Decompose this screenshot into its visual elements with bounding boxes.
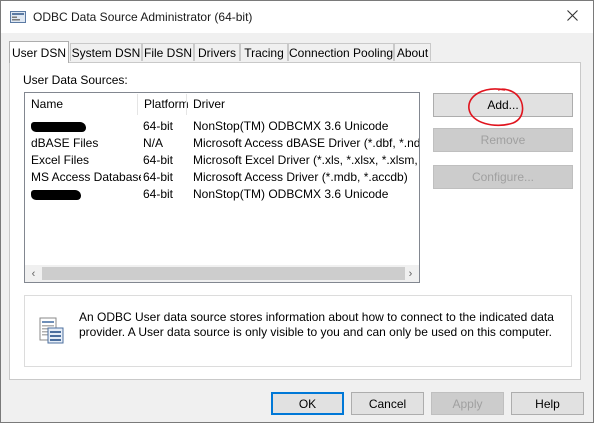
cell-name: Excel Files bbox=[31, 153, 90, 167]
configure-button[interactable]: Configure... bbox=[433, 165, 573, 189]
cell-platform: 64-bit bbox=[143, 170, 174, 184]
cell-platform: 64-bit bbox=[143, 153, 174, 167]
cell-driver: Microsoft Access Driver (*.mdb, *.accdb) bbox=[193, 170, 408, 184]
help-button[interactable]: Help bbox=[511, 392, 584, 415]
list-item[interactable]: Excel Files 64-bit Microsoft Excel Drive… bbox=[25, 152, 419, 169]
title-bar: ODBC Data Source Administrator (64-bit) bbox=[1, 1, 593, 33]
list-item[interactable]: MS Access Database 64-bit Microsoft Acce… bbox=[25, 169, 419, 186]
ok-button[interactable]: OK bbox=[271, 392, 344, 415]
add-button[interactable]: Add... bbox=[433, 93, 573, 117]
cell-platform: 64-bit bbox=[143, 119, 174, 133]
user-dsn-panel: User Data Sources: Name Platform Driver … bbox=[9, 62, 581, 380]
cancel-button[interactable]: Cancel bbox=[351, 392, 424, 415]
cell-name: dBASE Files bbox=[31, 136, 99, 150]
odbc-app-icon bbox=[10, 10, 26, 24]
horizontal-scrollbar[interactable]: ‹ › bbox=[25, 265, 419, 282]
info-description: An ODBC User data source stores informat… bbox=[79, 310, 554, 339]
tab-connection-pooling[interactable]: Connection Pooling bbox=[288, 43, 394, 61]
user-data-sources-label: User Data Sources: bbox=[23, 73, 128, 87]
cell-driver: Microsoft Excel Driver (*.xls, *.xlsx, *… bbox=[193, 153, 419, 167]
close-button[interactable] bbox=[555, 3, 589, 31]
redacted-name bbox=[31, 122, 86, 132]
odbc-admin-window: ODBC Data Source Administrator (64-bit) … bbox=[0, 0, 594, 423]
tab-drivers[interactable]: Drivers bbox=[194, 43, 240, 61]
tab-about[interactable]: About bbox=[394, 43, 431, 61]
tab-file-dsn[interactable]: File DSN bbox=[142, 43, 194, 61]
cell-driver: NonStop(TM) ODBCMX 3.6 Unicode bbox=[193, 119, 389, 133]
list-item[interactable]: 64-bit NonStop(TM) ODBCMX 3.6 Unicode bbox=[25, 186, 419, 203]
cell-platform: 64-bit bbox=[143, 187, 174, 201]
cell-driver: NonStop(TM) ODBCMX 3.6 Unicode bbox=[193, 187, 389, 201]
remove-button[interactable]: Remove bbox=[433, 128, 573, 152]
column-header-platform[interactable]: Platform bbox=[138, 93, 189, 116]
tab-user-dsn[interactable]: User DSN bbox=[9, 41, 69, 63]
info-box: An ODBC User data source stores informat… bbox=[24, 295, 572, 367]
scroll-left-icon[interactable]: ‹ bbox=[25, 265, 42, 282]
column-header-name[interactable]: Name bbox=[25, 93, 137, 116]
column-header-driver[interactable]: Driver bbox=[187, 93, 419, 116]
scroll-thumb[interactable] bbox=[42, 267, 405, 280]
close-icon bbox=[566, 10, 578, 24]
tab-tracing[interactable]: Tracing bbox=[240, 43, 288, 61]
data-source-icon bbox=[35, 316, 67, 346]
cell-name: MS Access Database bbox=[31, 170, 141, 184]
list-item[interactable]: 64-bit NonStop(TM) ODBCMX 3.6 Unicode bbox=[25, 118, 419, 135]
scroll-right-icon[interactable]: › bbox=[402, 265, 419, 282]
window-title: ODBC Data Source Administrator (64-bit) bbox=[33, 10, 253, 24]
cell-driver: Microsoft Access dBASE Driver (*.dbf, *.… bbox=[193, 136, 419, 150]
data-sources-list[interactable]: Name Platform Driver 64-bit NonStop(TM) … bbox=[24, 92, 420, 283]
apply-button[interactable]: Apply bbox=[431, 392, 504, 415]
cell-platform: N/A bbox=[143, 136, 164, 150]
list-item[interactable]: dBASE Files N/A Microsoft Access dBASE D… bbox=[25, 135, 419, 152]
redacted-name bbox=[31, 190, 81, 200]
tab-system-dsn[interactable]: System DSN bbox=[70, 43, 142, 61]
